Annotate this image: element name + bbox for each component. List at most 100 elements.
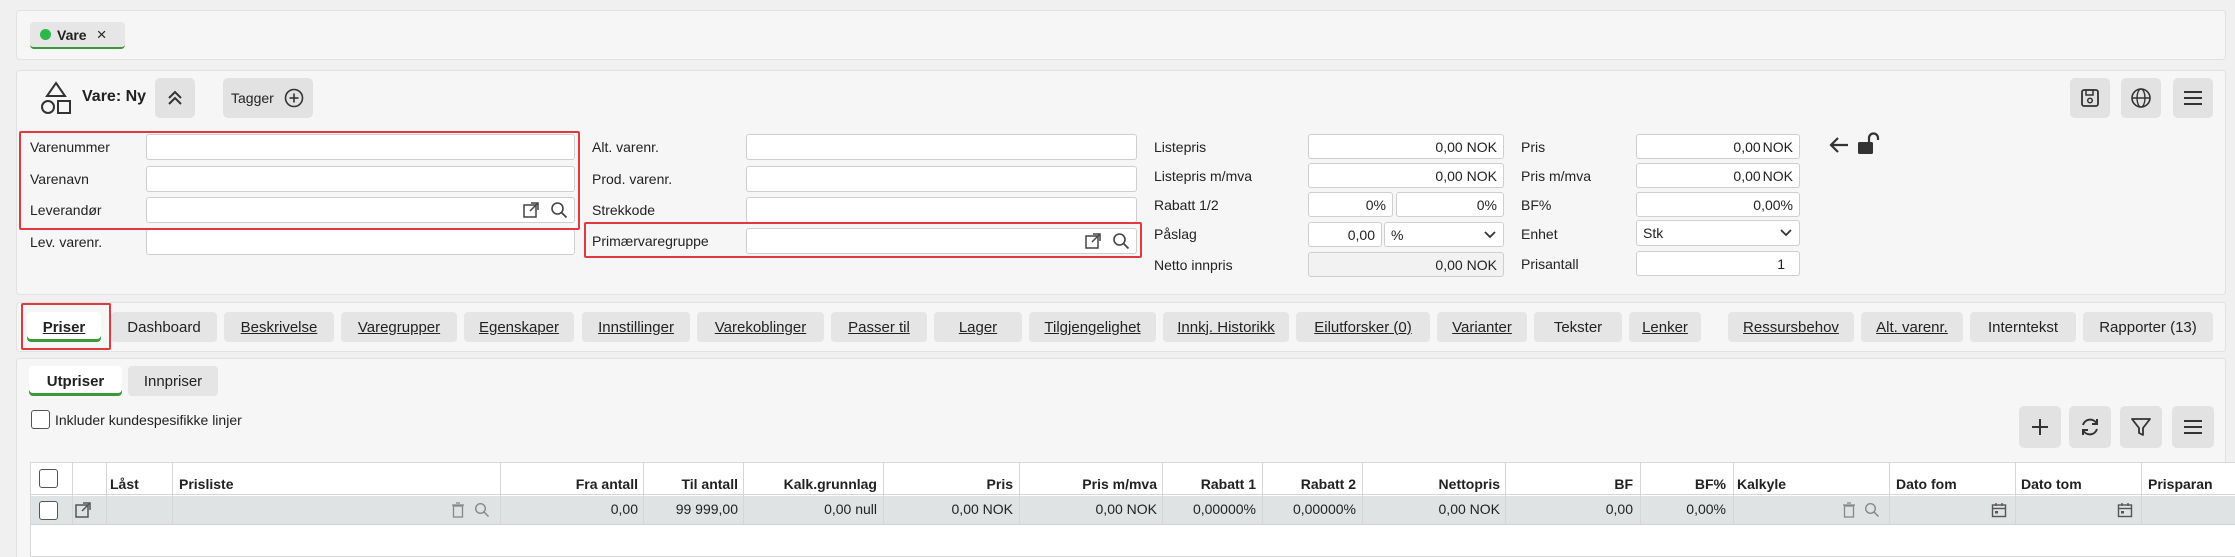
calendar-icon[interactable] bbox=[1991, 502, 2007, 521]
include-customer-lines-checkbox[interactable] bbox=[31, 410, 50, 429]
tab-tilgjengelighet[interactable]: Tilgjengelighet bbox=[1029, 312, 1156, 342]
rabatt1-input[interactable]: 0% bbox=[1308, 192, 1393, 217]
subtab-label: Utpriser bbox=[46, 372, 105, 390]
arrow-left-icon[interactable] bbox=[1828, 135, 1850, 158]
listepris-mva-input[interactable]: 0,00 NOK bbox=[1308, 163, 1504, 188]
open-external-icon[interactable] bbox=[74, 501, 92, 522]
strekkode-label: Strekkode bbox=[592, 202, 656, 218]
prisantall-input[interactable]: 1 bbox=[1636, 251, 1800, 276]
row-checkbox[interactable] bbox=[39, 501, 58, 520]
rabatt2-input[interactable]: 0% bbox=[1396, 192, 1504, 217]
tab-innkj-historikk[interactable]: Innkj. Historikk bbox=[1163, 312, 1289, 342]
col-header-pris-mva[interactable]: Pris m/mva bbox=[1019, 476, 1157, 496]
cell-nettopris: 0,00 NOK bbox=[1438, 501, 1500, 517]
tab-lager[interactable]: Lager bbox=[934, 312, 1022, 342]
select-all-checkbox[interactable] bbox=[39, 469, 58, 488]
lev-varenr-input[interactable] bbox=[146, 229, 575, 255]
add-button[interactable] bbox=[2019, 406, 2061, 448]
tab-innstillinger[interactable]: Innstillinger bbox=[582, 312, 690, 342]
save-button[interactable] bbox=[2070, 78, 2110, 118]
tab-varekoblinger[interactable]: Varekoblinger bbox=[697, 312, 824, 342]
tab-rapporter[interactable]: Rapporter (13) bbox=[2083, 312, 2213, 342]
paslag-unit-select[interactable]: % bbox=[1384, 222, 1504, 247]
tab-label: Passer til bbox=[848, 318, 910, 336]
tab-passer-til[interactable]: Passer til bbox=[831, 312, 927, 342]
collapse-button[interactable] bbox=[155, 78, 195, 118]
subtab-utpriser[interactable]: Utpriser bbox=[29, 366, 122, 396]
pris-input[interactable]: 0,00 NOK bbox=[1636, 134, 1800, 159]
bf-input[interactable]: 0,00% bbox=[1636, 192, 1800, 217]
refresh-button[interactable] bbox=[2069, 406, 2111, 448]
tab-label: Alt. varenr. bbox=[1876, 318, 1948, 336]
col-header-bf-pct[interactable]: BF% bbox=[1640, 476, 1726, 496]
col-header-bf[interactable]: BF bbox=[1505, 476, 1633, 496]
col-header-rabatt2[interactable]: Rabatt 2 bbox=[1262, 476, 1356, 496]
tab-alt-varenr[interactable]: Alt. varenr. bbox=[1861, 312, 1963, 342]
tab-filutforsker[interactable]: Eilutforsker (0) bbox=[1296, 312, 1430, 342]
tab-beskrivelse[interactable]: Beskrivelse bbox=[224, 312, 334, 342]
rabatt-label: Rabatt 1/2 bbox=[1154, 197, 1219, 213]
menu-button[interactable] bbox=[2173, 78, 2213, 118]
globe-icon bbox=[2131, 88, 2151, 108]
tab-label: Innstillinger bbox=[598, 318, 674, 336]
pris-mva-value: 0,00 bbox=[1733, 167, 1761, 184]
calendar-icon[interactable] bbox=[2117, 502, 2133, 521]
language-button[interactable] bbox=[2121, 78, 2161, 118]
grid-menu-button[interactable] bbox=[2172, 406, 2214, 448]
listepris-input[interactable]: 0,00 NOK bbox=[1308, 134, 1504, 159]
col-header-prisliste[interactable]: Prisliste bbox=[179, 476, 233, 496]
col-header-dato-fom[interactable]: Dato fom bbox=[1896, 476, 1957, 496]
col-header-kalk-grunnlag[interactable]: Kalk.grunnlag bbox=[743, 476, 877, 496]
alt-varenr-input[interactable] bbox=[746, 134, 1137, 160]
col-header-prisparam[interactable]: Prisparan bbox=[2148, 476, 2235, 496]
tab-label: Tekster bbox=[1553, 318, 1603, 336]
cell-bf-pct: 0,00% bbox=[1686, 501, 1726, 517]
listepris-unit: NOK bbox=[1466, 138, 1497, 155]
search-icon[interactable] bbox=[474, 502, 490, 521]
tab-interntekst[interactable]: Interntekst bbox=[1970, 312, 2076, 342]
prisantall-label: Prisantall bbox=[1521, 256, 1579, 272]
tab-varianter[interactable]: Varianter bbox=[1437, 312, 1527, 342]
close-icon[interactable]: × bbox=[97, 25, 107, 45]
col-header-nettopris[interactable]: Nettopris bbox=[1362, 476, 1500, 496]
enhet-select[interactable]: Stk bbox=[1636, 220, 1800, 246]
col-header-dato-tom[interactable]: Dato tom bbox=[2021, 476, 2082, 496]
prod-varenr-label: Prod. varenr. bbox=[592, 171, 673, 187]
paslag-input[interactable]: 0,00 bbox=[1308, 222, 1382, 247]
filter-icon bbox=[2131, 418, 2151, 436]
pris-mva-input[interactable]: 0,00 NOK bbox=[1636, 163, 1800, 188]
col-header-kalkyle[interactable]: Kalkyle bbox=[1737, 476, 1786, 496]
col-header-fra-antall[interactable]: Fra antall bbox=[500, 476, 638, 496]
tab-varegrupper[interactable]: Varegrupper bbox=[341, 312, 457, 342]
tab-lenker[interactable]: Lenker bbox=[1629, 312, 1701, 342]
listepris-value: 0,00 bbox=[1435, 138, 1463, 155]
strekkode-input[interactable] bbox=[746, 197, 1137, 223]
filter-button[interactable] bbox=[2120, 406, 2162, 448]
col-header-last[interactable]: Låst bbox=[110, 476, 139, 496]
doc-tab-vare[interactable]: Vare × bbox=[30, 22, 125, 49]
prod-varenr-input[interactable] bbox=[746, 166, 1137, 192]
col-header-til-antall[interactable]: Til antall bbox=[643, 476, 738, 496]
col-header-rabatt1[interactable]: Rabatt 1 bbox=[1162, 476, 1256, 496]
trash-icon[interactable] bbox=[1842, 502, 1856, 521]
tab-ressursbehov[interactable]: Ressursbehov bbox=[1728, 312, 1854, 342]
bf-value: 0,00% bbox=[1753, 196, 1793, 213]
page-title: Vare: Ny bbox=[82, 88, 147, 105]
tab-dashboard[interactable]: Dashboard bbox=[111, 312, 217, 342]
unlock-icon[interactable] bbox=[1856, 132, 1880, 159]
netto-innpris-input: 0,00 NOK bbox=[1308, 252, 1504, 277]
col-header-pris[interactable]: Pris bbox=[883, 476, 1013, 496]
hamburger-icon bbox=[2184, 420, 2202, 434]
subtab-innpriser[interactable]: Innpriser bbox=[128, 366, 218, 396]
tab-egenskaper[interactable]: Egenskaper bbox=[464, 312, 574, 342]
tagger-button[interactable]: Tagger bbox=[223, 78, 313, 118]
trash-icon[interactable] bbox=[451, 502, 465, 521]
pris-label: Pris bbox=[1521, 139, 1546, 155]
bf-label: BF% bbox=[1521, 197, 1552, 213]
tab-label: Interntekst bbox=[1987, 318, 2059, 336]
tab-tekster[interactable]: Tekster bbox=[1534, 312, 1622, 342]
search-icon[interactable] bbox=[1864, 502, 1880, 521]
pris-mva-unit: NOK bbox=[1762, 167, 1793, 184]
tab-label: Egenskaper bbox=[478, 318, 560, 336]
hamburger-icon bbox=[2184, 91, 2202, 105]
